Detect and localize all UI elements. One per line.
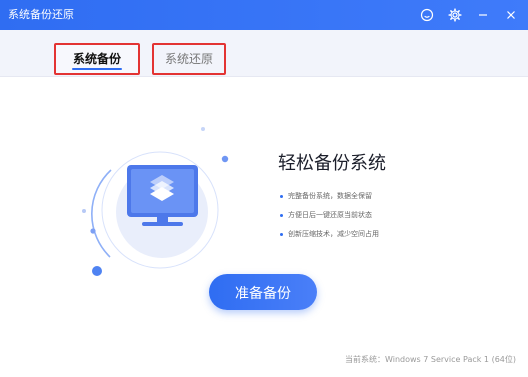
feature-item: 创新压缩技术，减少空间占用 bbox=[280, 225, 379, 244]
bullet-icon bbox=[280, 214, 283, 217]
feature-text: 创新压缩技术，减少空间占用 bbox=[288, 230, 379, 238]
monitor-layers-icon bbox=[80, 125, 250, 295]
current-system-info: 当前系统：Windows 7 Service Pack 1 (64位) bbox=[345, 355, 516, 364]
minimize-icon[interactable] bbox=[474, 6, 492, 24]
tab-system-backup[interactable]: 系统备份 bbox=[54, 43, 140, 75]
smile-icon[interactable] bbox=[418, 6, 436, 24]
tab-bar: 系统备份 系统还原 bbox=[0, 30, 528, 77]
feature-list: 完整备份系统，数据全保留 方便日后一键还原当前状态 创新压缩技术，减少空间占用 bbox=[280, 187, 379, 244]
feature-item: 完整备份系统，数据全保留 bbox=[280, 187, 379, 206]
window-controls bbox=[418, 6, 520, 24]
window-title: 系统备份还原 bbox=[8, 8, 74, 21]
feature-item: 方便日后一键还原当前状态 bbox=[280, 206, 379, 225]
bullet-icon bbox=[280, 233, 283, 236]
tab-system-backup-label: 系统备份 bbox=[72, 52, 121, 66]
bullet-icon bbox=[280, 195, 283, 198]
feature-text: 完整备份系统，数据全保留 bbox=[288, 192, 372, 200]
gear-icon[interactable] bbox=[446, 6, 464, 24]
tab-system-restore-label: 系统还原 bbox=[164, 52, 213, 66]
main-content: 轻松备份系统 完整备份系统，数据全保留 方便日后一键还原当前状态 创新压缩技术，… bbox=[0, 77, 528, 377]
close-icon[interactable] bbox=[502, 6, 520, 24]
tab-system-restore[interactable]: 系统还原 bbox=[152, 43, 226, 75]
feature-text: 方便日后一键还原当前状态 bbox=[288, 211, 372, 219]
prepare-backup-button[interactable]: 准备备份 bbox=[209, 274, 317, 310]
title-bar: 系统备份还原 bbox=[0, 0, 528, 30]
hero-headline: 轻松备份系统 bbox=[278, 153, 386, 174]
active-tab-indicator bbox=[72, 68, 122, 70]
app-window: 系统备份还原 系统备份 系统还原 轻松备份系统 完整备份系统，数据全保留 方便日… bbox=[0, 0, 528, 377]
